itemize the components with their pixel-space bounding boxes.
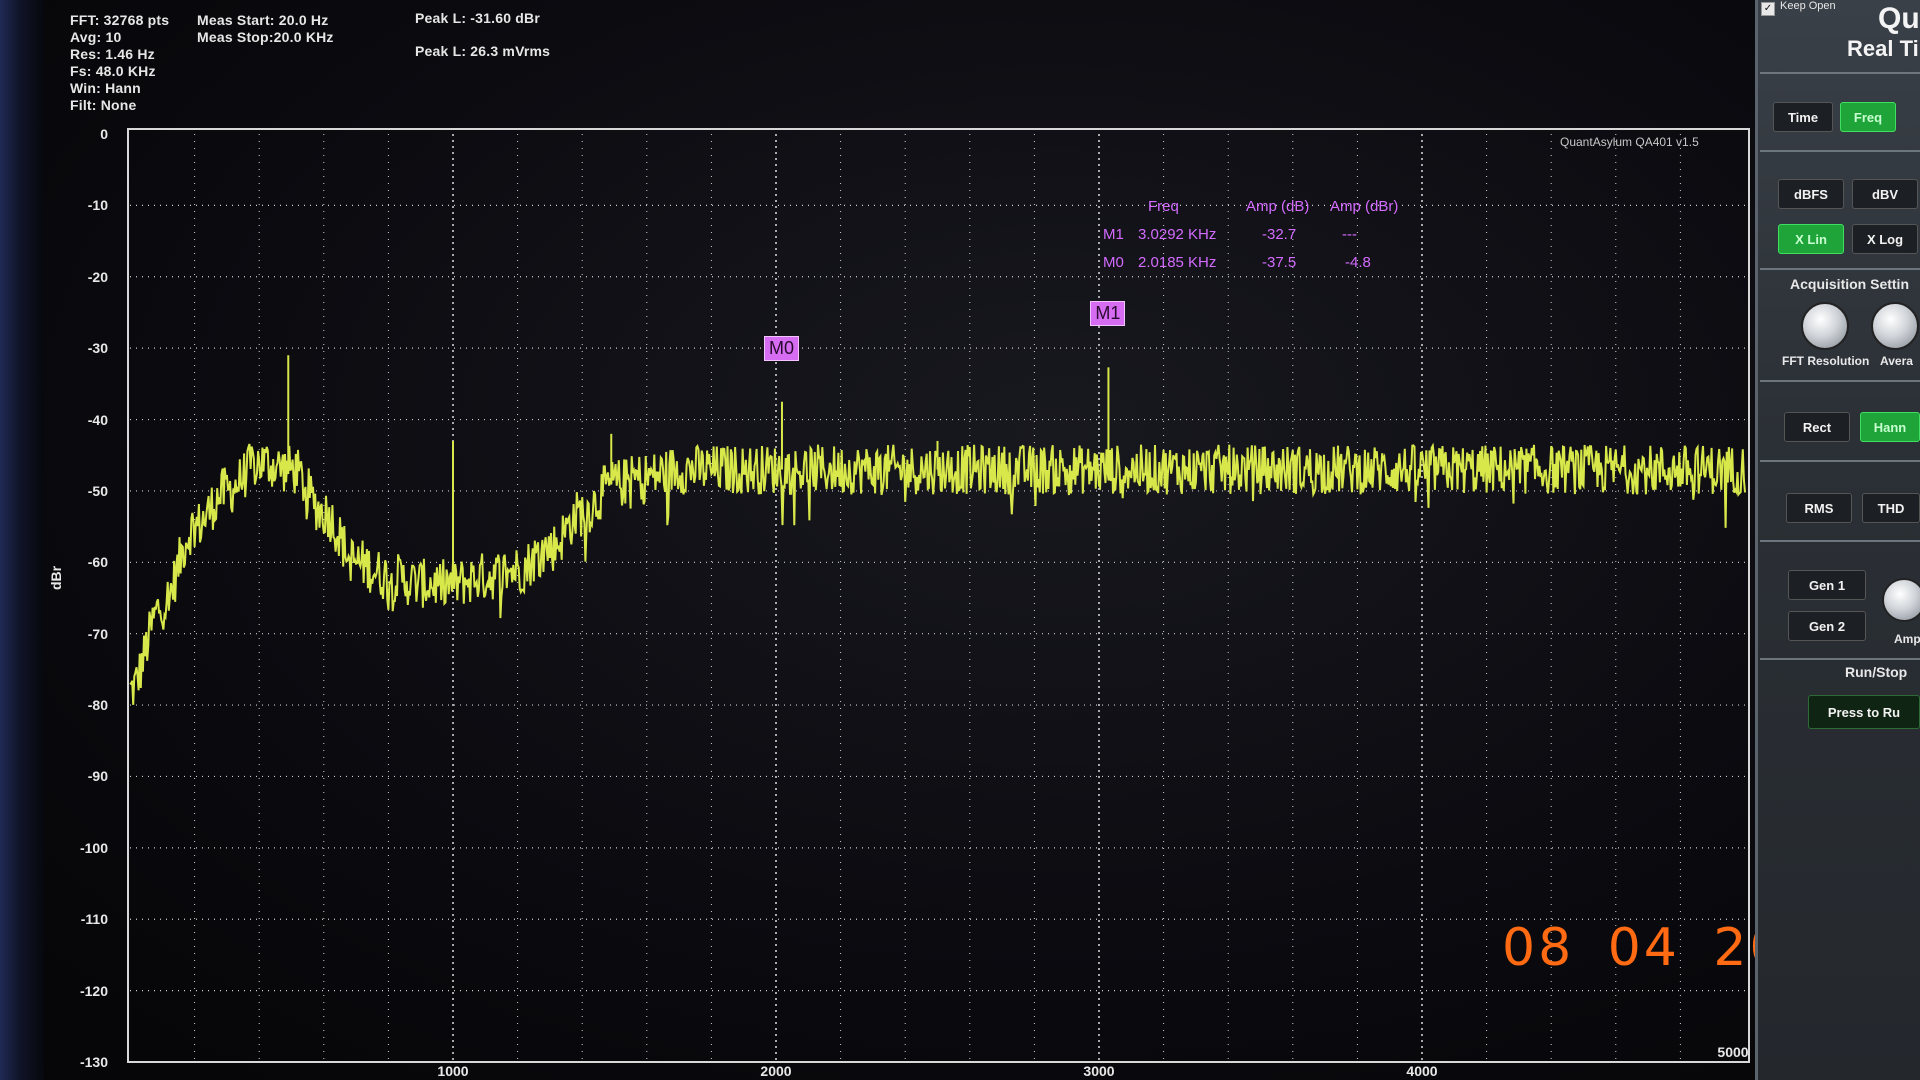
keep-open-checkbox[interactable]: ✓ [1761, 2, 1775, 16]
rect-window-button[interactable]: Rect [1784, 412, 1850, 442]
y-tick-label: -80 [87, 697, 108, 714]
x-tick-label: 5000 [1717, 1044, 1749, 1060]
marker-header-amp-dbr: Amp (dBr) [1330, 198, 1399, 215]
y-tick-label: -10 [87, 197, 108, 214]
fft-resolution-knob[interactable] [1801, 302, 1849, 350]
x-log-button[interactable]: X Log [1852, 224, 1918, 254]
run-stop-title: Run/Stop [1845, 664, 1908, 680]
amplitude-knob[interactable] [1882, 578, 1920, 622]
y-tick-label: -90 [87, 768, 108, 785]
y-tick-label: -40 [87, 411, 108, 428]
marker-row-name: M0 [1103, 254, 1124, 271]
y-tick-label: -20 [87, 268, 108, 285]
marker-row-amp-db: -37.5 [1262, 254, 1297, 271]
x-tick-label: 1000 [437, 1063, 469, 1079]
marker-row-amp-dbr: -4.8 [1345, 254, 1371, 271]
press-to-run-button[interactable]: Press to Ru [1808, 695, 1920, 729]
averages-knob[interactable] [1871, 302, 1919, 350]
x-tick-label: 4000 [1406, 1063, 1438, 1079]
divider [1760, 658, 1920, 660]
divider [1760, 150, 1920, 152]
gen2-button[interactable]: Gen 2 [1788, 611, 1866, 641]
y-tick-label: -30 [87, 340, 108, 357]
y-tick-label: -100 [79, 839, 108, 856]
x-tick-label: 3000 [1083, 1063, 1115, 1079]
spectrum-trace [129, 442, 1746, 705]
marker-row-freq: 2.0185 KHz [1138, 254, 1217, 271]
freq-button[interactable]: Freq [1840, 102, 1896, 132]
hann-window-button[interactable]: Hann [1860, 412, 1920, 442]
thd-button[interactable]: THD [1862, 493, 1920, 523]
app-version-watermark: QuantAsylum QA401 v1.5 [1560, 135, 1699, 149]
divider [1760, 380, 1920, 382]
brand-title: Qu [1878, 2, 1920, 35]
marker-row-freq: 3.0292 KHz [1138, 226, 1217, 243]
amplitude-label: Amp [1894, 632, 1920, 646]
rms-button[interactable]: RMS [1786, 493, 1852, 523]
y-tick-label: -60 [87, 554, 108, 571]
divider [1760, 460, 1920, 462]
y-tick-label: -130 [79, 1054, 108, 1070]
averages-label: Avera [1880, 354, 1913, 368]
dbfs-button[interactable]: dBFS [1778, 179, 1844, 209]
x-tick-label: 2000 [760, 1063, 792, 1079]
y-tick-label: -120 [79, 982, 108, 999]
y-tick-label: -110 [80, 911, 108, 928]
marker-tag-m0[interactable]: M0 [763, 335, 799, 361]
acquisition-settings-title: Acquisition Settin [1790, 276, 1909, 292]
time-button[interactable]: Time [1773, 102, 1833, 132]
x-lin-button[interactable]: X Lin [1778, 224, 1844, 254]
brand-subtitle: Real Ti [1847, 36, 1919, 61]
marker-row-amp-dbr: --- [1342, 226, 1357, 243]
marker-tag-m1[interactable]: M1 [1090, 301, 1126, 327]
dbv-button[interactable]: dBV [1852, 179, 1918, 209]
divider [1760, 540, 1920, 542]
marker-row-amp-db: -32.7 [1262, 226, 1297, 243]
divider [1760, 72, 1920, 74]
y-tick-label: 0 [100, 126, 108, 142]
y-tick-label: -70 [87, 625, 108, 642]
y-axis-label: dBr [48, 565, 64, 590]
gen1-button[interactable]: Gen 1 [1788, 570, 1866, 600]
marker-row-name: M1 [1103, 226, 1124, 243]
fft-resolution-label: FFT Resolution [1782, 354, 1870, 368]
marker-header-freq: Freq [1148, 198, 1179, 215]
divider [1760, 268, 1920, 270]
keep-open-label: Keep Open [1780, 0, 1836, 12]
y-tick-label: -50 [87, 482, 108, 499]
marker-header-amp-db: Amp (dB) [1246, 198, 1310, 215]
